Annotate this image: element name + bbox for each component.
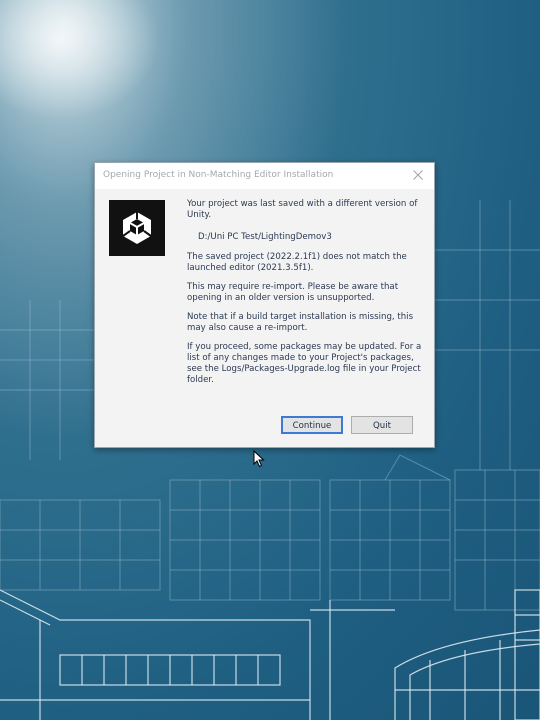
close-icon[interactable] bbox=[410, 167, 426, 183]
dialog-title: Opening Project in Non-Matching Editor I… bbox=[103, 170, 334, 180]
continue-button[interactable]: Continue bbox=[281, 416, 343, 434]
dialog-message: Your project was last saved with a diffe… bbox=[187, 199, 425, 394]
packages-note-text: If you proceed, some packages may be upd… bbox=[187, 342, 422, 385]
mouse-pointer-icon bbox=[253, 449, 265, 472]
version-mismatch-text: The saved project (2022.2.1f1) does not … bbox=[187, 252, 407, 273]
unity-logo-icon bbox=[109, 200, 165, 256]
dialog-titlebar: Opening Project in Non-Matching Editor I… bbox=[95, 163, 434, 189]
project-path: D:/Uni PC Test/LightingDemov3 bbox=[198, 232, 332, 242]
desktop-background: Opening Project in Non-Matching Editor I… bbox=[0, 0, 540, 720]
editor-version-mismatch-dialog: Opening Project in Non-Matching Editor I… bbox=[94, 162, 435, 448]
message-intro: Your project was last saved with a diffe… bbox=[187, 199, 418, 220]
build-target-note-text: Note that if a build target installation… bbox=[187, 312, 414, 333]
quit-button[interactable]: Quit bbox=[351, 416, 413, 434]
reimport-warning-text: This may require re-import. Please be aw… bbox=[187, 282, 399, 303]
